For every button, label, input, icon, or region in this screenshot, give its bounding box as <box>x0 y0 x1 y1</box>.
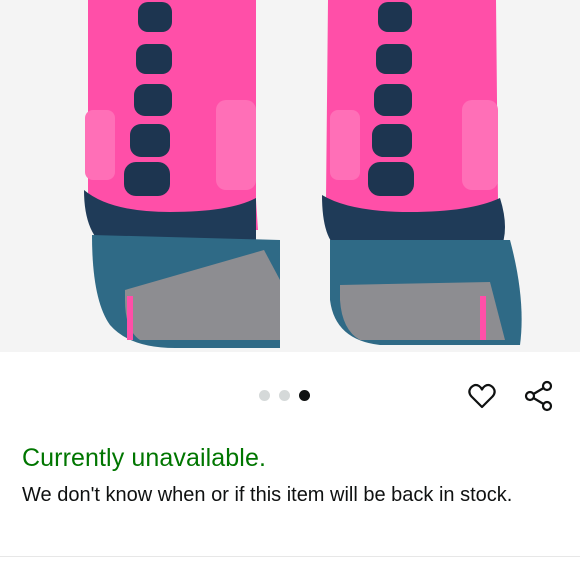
left-sock <box>84 0 280 348</box>
share-button[interactable] <box>521 378 557 414</box>
share-icon <box>524 380 553 412</box>
carousel-dot-3-active[interactable] <box>299 390 310 401</box>
carousel-dot-2[interactable] <box>279 390 290 401</box>
carousel-indicator[interactable] <box>259 390 310 401</box>
product-photo-socks <box>0 0 580 352</box>
availability-message: We don't know when or if this item will … <box>22 484 513 506</box>
product-image[interactable] <box>0 0 580 352</box>
add-to-wishlist-button[interactable] <box>466 380 498 412</box>
availability-status: Currently unavailable. <box>22 444 266 472</box>
divider <box>0 556 580 557</box>
heart-icon <box>468 383 496 409</box>
carousel-dot-1[interactable] <box>259 390 270 401</box>
right-sock <box>322 0 522 345</box>
